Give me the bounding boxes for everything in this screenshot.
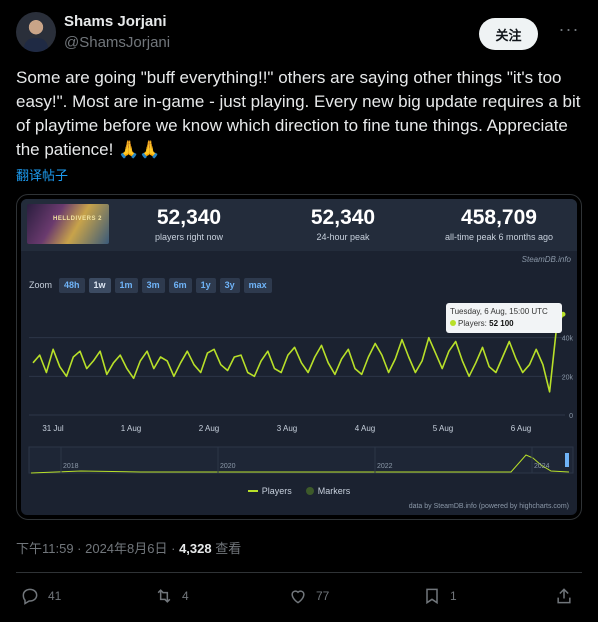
stat-all-time-peak-value: 458,709: [461, 206, 537, 229]
x-tick-label: 3 Aug: [277, 424, 297, 433]
like-count: 77: [316, 589, 330, 603]
source-label: SteamDB.info: [521, 255, 571, 264]
heart-icon: [291, 590, 305, 604]
tooltip-series-dot: [450, 320, 456, 326]
legend-players-label: Players: [261, 486, 292, 496]
translate-post-link[interactable]: 翻译帖子: [16, 165, 68, 184]
legend-markers-swatch: [305, 487, 314, 495]
navigator: [28, 446, 574, 474]
zoom-controls: Zoom 48h 1w 1m 3m 6m 1y 3y max: [29, 277, 272, 293]
stat-all-time-peak-label: all-time peak 6 months ago: [444, 232, 554, 242]
zoom-1w-button[interactable]: 1w: [88, 277, 111, 293]
x-tick-label: 6 Aug: [511, 424, 531, 433]
steamdb-chart-panel: HELLDIVERS 2 52,340 players right now 52…: [21, 199, 577, 515]
tooltip-date: Tuesday, 6 Aug, 15:00 UTC: [450, 307, 548, 316]
y-tick-label: 40k: [562, 336, 574, 343]
zoom-6m-button[interactable]: 6m: [168, 277, 192, 293]
follow-button[interactable]: 关注: [479, 18, 538, 50]
stat-24h-peak: 52,340 24-hour peak: [293, 206, 393, 242]
more-options-icon[interactable]: ···: [558, 20, 580, 42]
x-tick-label: 5 Aug: [433, 424, 453, 433]
navigator-tick-label: 2020: [220, 463, 236, 470]
legend-players[interactable]: Players: [247, 486, 292, 496]
zoom-1m-button[interactable]: 1m: [114, 277, 138, 293]
game-thumbnail-title: HELLDIVERS 2: [53, 216, 103, 222]
stat-24h-peak-label: 24-hour peak: [316, 232, 370, 242]
author-name[interactable]: Shams Jorjani: [64, 13, 167, 30]
zoom-label: Zoom: [29, 280, 53, 290]
legend-markers[interactable]: Markers: [305, 486, 351, 496]
game-thumbnail: HELLDIVERS 2: [27, 204, 109, 244]
navigator-tick-label: 2024: [534, 463, 550, 470]
tweet-actions: 41 4 77 1: [16, 586, 582, 608]
stats-bar: HELLDIVERS 2 52,340 players right now 52…: [21, 199, 577, 251]
bookmark-button[interactable]: 1: [422, 586, 457, 606]
legend-players-swatch: [247, 490, 258, 492]
legend-markers-label: Markers: [317, 486, 351, 496]
tweet-timestamp[interactable]: 下午11:59 · 2024年8月6日 ·: [16, 541, 179, 556]
navigator-tick-label: 2018: [63, 463, 79, 470]
media-card[interactable]: HELLDIVERS 2 52,340 players right now 52…: [16, 194, 582, 520]
tweet-header: Shams Jorjani @ShamsJorjani 关注 ···: [16, 10, 582, 54]
chart-tooltip: Tuesday, 6 Aug, 15:00 UTC Players: 52 10…: [446, 303, 562, 333]
navigator-handle: [565, 453, 569, 467]
zoom-3y-button[interactable]: 3y: [219, 277, 240, 293]
tooltip-series: Players: 52 100: [450, 318, 558, 330]
chart-legend: Players Markers: [21, 486, 577, 496]
reply-count: 41: [48, 589, 62, 603]
x-tick-label: 4 Aug: [355, 424, 375, 433]
tweet-meta: 下午11:59 · 2024年8月6日 · 4,328 查看: [16, 538, 241, 557]
share-icon: [557, 588, 571, 604]
view-count: 4,328: [179, 541, 212, 556]
stat-24h-peak-value: 52,340: [310, 206, 376, 229]
repost-icon: [157, 589, 171, 603]
x-tick-label: 1 Aug: [121, 424, 141, 433]
view-count-label: 查看: [211, 541, 242, 556]
y-tick-label: 0: [569, 413, 573, 420]
zoom-48h-button[interactable]: 48h: [59, 277, 85, 293]
stat-current-label: players right now: [154, 232, 224, 242]
tweet-text: Some are going "buff everything!!" other…: [16, 68, 581, 159]
author-handle[interactable]: @ShamsJorjani: [64, 34, 170, 51]
stat-current-value: 52,340: [156, 206, 222, 229]
tooltip-series-label: Players:: [458, 319, 487, 328]
stat-current: 52,340 players right now: [139, 206, 239, 242]
repost-count: 4: [182, 589, 189, 603]
zoom-3m-button[interactable]: 3m: [141, 277, 165, 293]
share-button[interactable]: [554, 586, 574, 606]
chart-credit: data by SteamDB.info (powered by highcha…: [408, 503, 569, 510]
x-tick-label: 2 Aug: [199, 424, 219, 433]
stat-all-time-peak: 458,709 all-time peak 6 months ago: [429, 206, 569, 242]
zoom-1y-button[interactable]: 1y: [195, 277, 216, 293]
reply-button[interactable]: 41: [20, 586, 61, 606]
repost-button[interactable]: 4: [154, 586, 189, 606]
zoom-max-button[interactable]: max: [243, 277, 272, 293]
y-tick-label: 20k: [562, 374, 574, 381]
bookmark-icon: [426, 588, 438, 605]
bookmark-count: 1: [450, 589, 457, 603]
x-tick-label: 31 Jul: [42, 424, 64, 433]
reply-icon: [22, 588, 38, 605]
tooltip-value: 52 100: [489, 319, 514, 328]
like-button[interactable]: 77: [288, 586, 329, 606]
avatar[interactable]: [16, 12, 56, 52]
divider: [16, 572, 582, 573]
navigator-tick-label: 2022: [377, 463, 393, 470]
